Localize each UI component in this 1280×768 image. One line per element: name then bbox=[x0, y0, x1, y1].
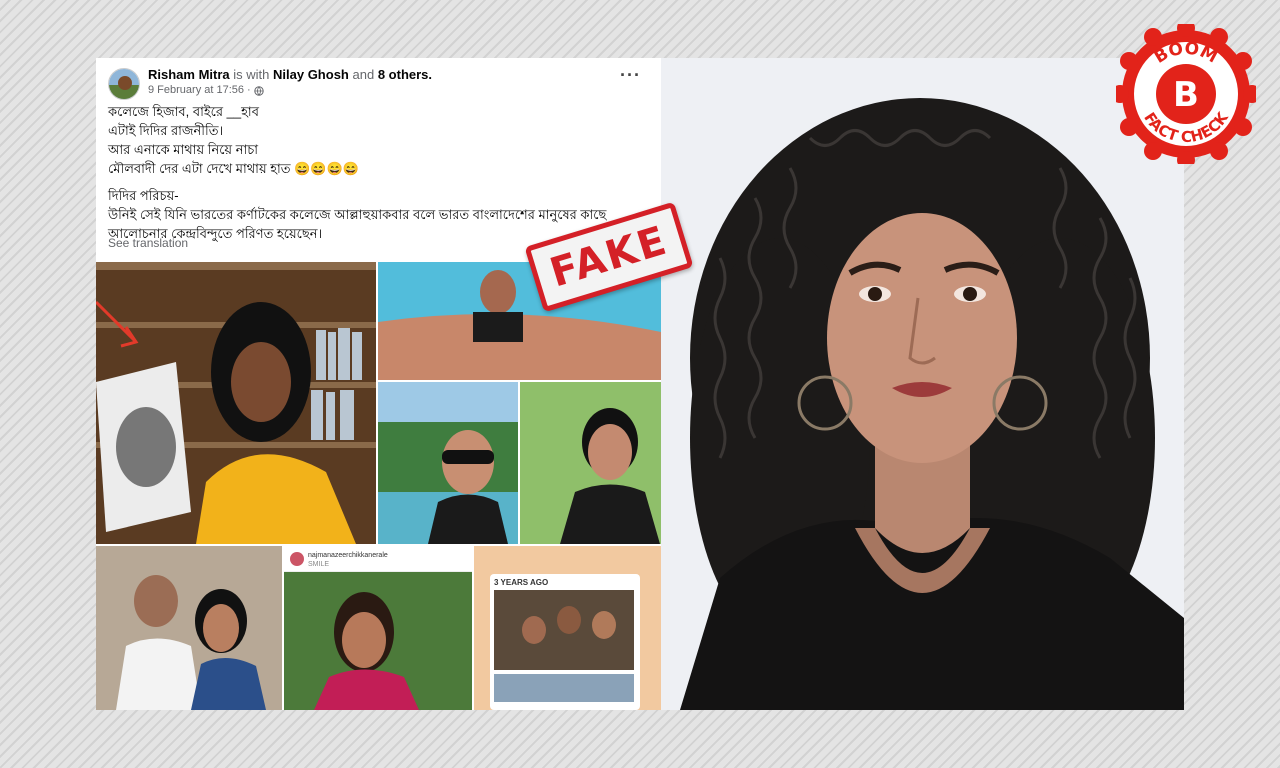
with-text: is with bbox=[233, 67, 270, 82]
post-line: উনিই সেই যিনি ভারতের কর্ণাটকের কলেজে আল্… bbox=[108, 207, 607, 222]
photo-caption-sub: SMILE bbox=[308, 561, 330, 568]
post-header: Risham Mitra is with Nilay Ghosh and 8 o… bbox=[108, 66, 432, 102]
post-photo-library[interactable] bbox=[96, 262, 376, 544]
others-link[interactable]: 8 others. bbox=[378, 67, 432, 82]
boom-fact-check-logo: BOOM FACT CHECK B bbox=[1111, 19, 1261, 169]
post-photo-sunglasses[interactable] bbox=[378, 382, 518, 544]
photo-caption-user: najmanazeerchikkanerale bbox=[308, 552, 388, 559]
tagged-name[interactable]: Nilay Ghosh bbox=[273, 67, 349, 82]
post-date-line: 9 February at 17:56 · bbox=[148, 83, 432, 98]
and-text: and bbox=[352, 67, 375, 82]
memory-label: 3 YEARS AGO bbox=[494, 578, 549, 587]
post-line: আর এনাকে মাথায় নিয়ে নাচা bbox=[108, 142, 259, 157]
post-photo-selfie[interactable] bbox=[520, 382, 661, 544]
see-translation-link[interactable]: See translation bbox=[108, 236, 188, 250]
more-options-icon[interactable]: ··· bbox=[620, 66, 641, 84]
globe-icon bbox=[254, 85, 264, 96]
avatar[interactable] bbox=[108, 68, 140, 100]
post-photo-memory[interactable]: 3 YEARS AGO bbox=[474, 546, 661, 710]
facebook-post-card: Risham Mitra is with Nilay Ghosh and 8 o… bbox=[96, 58, 661, 710]
post-author-line: Risham Mitra is with Nilay Ghosh and 8 o… bbox=[148, 66, 432, 83]
post-line: এটাই দিদির রাজনীতি। bbox=[108, 123, 224, 138]
post-photo-instagram[interactable]: najmanazeerchikkanerale SMILE bbox=[284, 546, 472, 710]
post-photo-group[interactable] bbox=[96, 546, 282, 710]
post-date[interactable]: 9 February at 17:56 · bbox=[148, 83, 251, 98]
post-line: দিদির পরিচয়- bbox=[108, 188, 179, 203]
post-text: কলেজে হিজাব, বাইরে __হাব এটাই দিদির রাজন… bbox=[108, 102, 648, 243]
post-line: মৌলবাদী দের এটা দেখে মাথায় হাত 😄😄😄😄 bbox=[108, 161, 359, 176]
author-name[interactable]: Risham Mitra bbox=[148, 67, 230, 82]
portrait-photo bbox=[660, 58, 1184, 710]
badge-letter: B bbox=[1173, 75, 1199, 115]
post-line: কলেজে হিজাব, বাইরে __হাব bbox=[108, 104, 259, 119]
